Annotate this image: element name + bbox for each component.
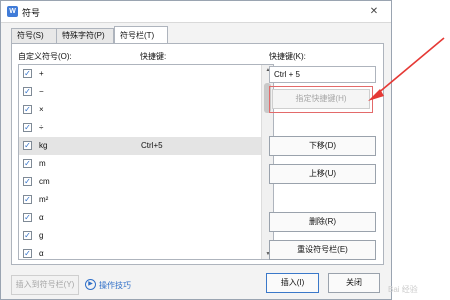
annotation-arrow-icon: [368, 37, 445, 101]
watermark: Bai 经验: [388, 285, 418, 294]
